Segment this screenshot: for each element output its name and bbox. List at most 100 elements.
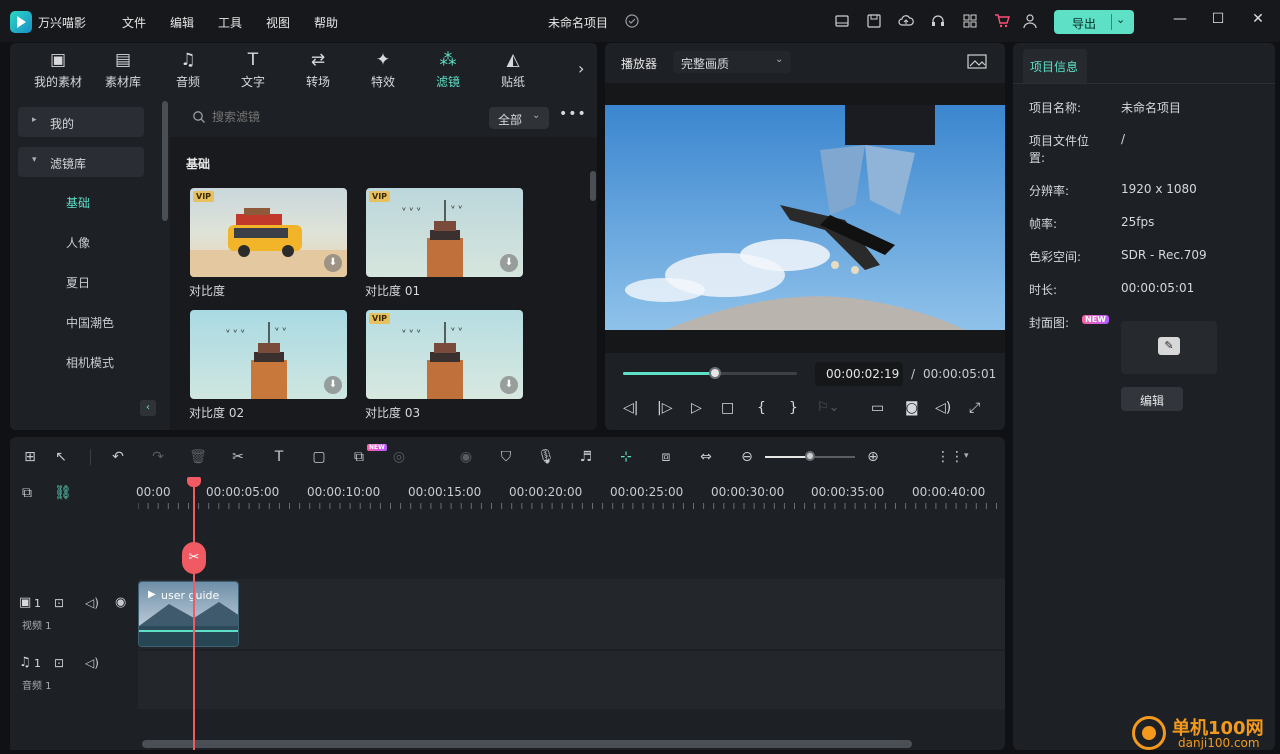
save-icon[interactable] xyxy=(866,13,882,29)
prev-frame-icon[interactable]: ◁| xyxy=(623,400,638,416)
mark-out-icon[interactable]: } xyxy=(789,400,798,416)
layout-grid-icon[interactable]: ⊞ xyxy=(21,448,39,466)
timeline-ruler[interactable]: 00:00 00:00:05:00 00:00:10:00 00:00:15:0… xyxy=(136,477,1005,509)
lock-icon[interactable]: ⊡ xyxy=(54,596,64,610)
sidebar-item-camera-mode[interactable]: 相机模式 xyxy=(66,354,114,371)
playhead-handle[interactable] xyxy=(187,477,201,487)
filter-card-contrast-03[interactable]: ᵛ ᵛ ᵛ ᵛ ᵛ VIP ⬇ xyxy=(366,310,523,399)
apps-grid-icon[interactable] xyxy=(962,13,978,29)
play-icon[interactable]: ▷ xyxy=(691,400,702,416)
sidebar-item-portrait[interactable]: 人像 xyxy=(66,234,90,251)
minimize-icon[interactable]: — xyxy=(1170,11,1190,31)
zoom-knob[interactable] xyxy=(805,451,815,461)
volume-icon[interactable]: ◁) xyxy=(85,656,99,670)
collapse-sidebar-icon[interactable]: ‹ xyxy=(140,400,156,416)
download-icon[interactable]: ⬇ xyxy=(500,376,518,394)
cloud-upload-icon[interactable] xyxy=(898,13,914,29)
filter-card-contrast-01[interactable]: ᵛ ᵛ ᵛ ᵛ ᵛ VIP ⬇ xyxy=(366,188,523,277)
download-icon[interactable]: ⬇ xyxy=(324,376,342,394)
next-frame-icon[interactable]: |▷ xyxy=(657,400,672,416)
tab-filters[interactable]: ⁂ 滤镜 xyxy=(418,51,478,90)
timeline-header-tools: ⧉ ⛓ xyxy=(10,477,138,509)
sidebar-scrollbar[interactable] xyxy=(162,101,168,221)
tab-text[interactable]: T 文字 xyxy=(223,51,283,90)
cover-thumbnail[interactable]: ✎ xyxy=(1121,321,1217,374)
fit-icon[interactable]: ⇔ xyxy=(697,448,715,466)
volume-icon[interactable]: ◁) xyxy=(935,400,951,416)
chevron-down-icon[interactable]: ⌄ xyxy=(1116,13,1125,26)
download-icon[interactable]: ⬇ xyxy=(500,254,518,272)
mark-in-icon[interactable]: { xyxy=(757,400,766,416)
close-icon[interactable]: ✕ xyxy=(1248,11,1268,31)
layout-icon[interactable] xyxy=(834,13,850,29)
menu-edit[interactable]: 编辑 xyxy=(170,14,194,31)
tab-transition[interactable]: ⇄ 转场 xyxy=(288,51,348,90)
split-scissors-icon[interactable]: ✂ xyxy=(182,542,206,574)
more-icon[interactable]: ••• xyxy=(559,106,587,122)
snapshot-image-icon[interactable] xyxy=(967,53,987,71)
track-settings-icon[interactable]: ⋮⋮ xyxy=(936,448,964,466)
download-icon[interactable]: ⬇ xyxy=(324,254,342,272)
select-arrow-icon[interactable]: ↖ xyxy=(52,448,70,466)
add-track-icon[interactable]: ⧉ xyxy=(22,485,32,501)
chevron-right-icon[interactable]: › xyxy=(578,59,584,78)
snap-icon[interactable]: ⊹ xyxy=(617,448,635,466)
lock-icon[interactable]: ⊡ xyxy=(54,656,64,670)
edit-cover-button[interactable]: 编辑 xyxy=(1121,387,1183,411)
link-icon[interactable]: ⛓ xyxy=(54,485,72,501)
caret-down-icon[interactable]: ▾ xyxy=(964,451,969,461)
stop-icon[interactable]: □ xyxy=(721,400,734,416)
eye-icon[interactable]: ◉ xyxy=(115,595,126,610)
export-button[interactable]: 导出 ⌄ xyxy=(1054,10,1134,34)
ai-text-icon[interactable]: ⧉ xyxy=(350,448,368,466)
sidebar-item-mine[interactable]: ▸ 我的 xyxy=(18,107,144,137)
menu-file[interactable]: 文件 xyxy=(122,14,146,31)
audio-mix-icon[interactable]: ♬ xyxy=(577,448,595,466)
zoom-out-icon[interactable]: ⊖ xyxy=(738,448,756,466)
zoom-in-icon[interactable]: ⊕ xyxy=(864,448,882,466)
filter-card-contrast[interactable]: VIP ⬇ xyxy=(190,188,347,277)
scissors-icon[interactable]: ✂ xyxy=(229,448,247,466)
volume-icon[interactable]: ◁) xyxy=(85,596,99,610)
timeline-drop-area[interactable] xyxy=(138,509,1005,577)
camera-icon[interactable]: ◙ xyxy=(905,400,919,416)
undo-icon[interactable]: ↶ xyxy=(109,448,127,466)
tab-project-info[interactable]: 项目信息 xyxy=(1023,49,1087,83)
content-scrollbar[interactable] xyxy=(590,171,596,201)
menu-view[interactable]: 视图 xyxy=(266,14,290,31)
sidebar-item-chinese-color[interactable]: 中国潮色 xyxy=(66,314,114,331)
microphone-icon[interactable]: 🎙 xyxy=(537,448,555,466)
tab-audio[interactable]: ♫ 音频 xyxy=(158,51,218,90)
menu-help[interactable]: 帮助 xyxy=(314,14,338,31)
pip-icon[interactable]: ⧈ xyxy=(657,448,675,466)
cart-icon[interactable] xyxy=(994,13,1010,29)
sidebar-item-summer[interactable]: 夏日 xyxy=(66,274,90,291)
playhead-knob[interactable] xyxy=(709,367,722,379)
timeline-hscrollbar[interactable] xyxy=(142,740,912,748)
sidebar-item-library[interactable]: ▾ 滤镜库 xyxy=(18,147,144,177)
menu-tools[interactable]: 工具 xyxy=(218,14,242,31)
audio-track[interactable] xyxy=(138,651,1005,709)
video-clip[interactable]: ▶ user guide xyxy=(138,581,239,647)
display-icon[interactable]: ▭ xyxy=(871,400,884,416)
tab-my-media[interactable]: ▣ 我的素材 xyxy=(28,51,88,90)
current-time-box[interactable]: 00:00:02:19 xyxy=(815,362,903,386)
user-icon[interactable] xyxy=(1022,13,1038,29)
filter-card-contrast-02[interactable]: ᵛ ᵛ ᵛ ᵛ ᵛ ⬇ xyxy=(190,310,347,399)
filter-scope-select[interactable]: 全部 ⌄ xyxy=(489,107,549,129)
fullscreen-icon[interactable]: ⤢ xyxy=(969,400,980,416)
info-key-location: 项目文件位 xyxy=(1029,134,1090,148)
text-tool-icon[interactable]: T xyxy=(270,448,288,466)
video-track[interactable] xyxy=(138,579,1005,649)
tab-effects[interactable]: ✦ 特效 xyxy=(353,51,413,90)
crop-icon[interactable]: ▢ xyxy=(310,448,328,466)
sidebar-item-basic[interactable]: 基础 xyxy=(66,194,90,211)
filter-search-input[interactable] xyxy=(212,107,472,127)
preview-frame[interactable] xyxy=(605,105,1005,330)
quality-select[interactable]: 完整画质 ⌄ xyxy=(673,51,791,73)
tab-stickers[interactable]: ◭ 贴纸 xyxy=(483,51,543,90)
tab-stock-media[interactable]: ▤ 素材库 xyxy=(93,51,153,90)
maximize-icon[interactable]: ☐ xyxy=(1208,11,1228,31)
marker-icon[interactable]: ⛉ xyxy=(497,448,515,466)
headset-icon[interactable] xyxy=(930,13,946,29)
